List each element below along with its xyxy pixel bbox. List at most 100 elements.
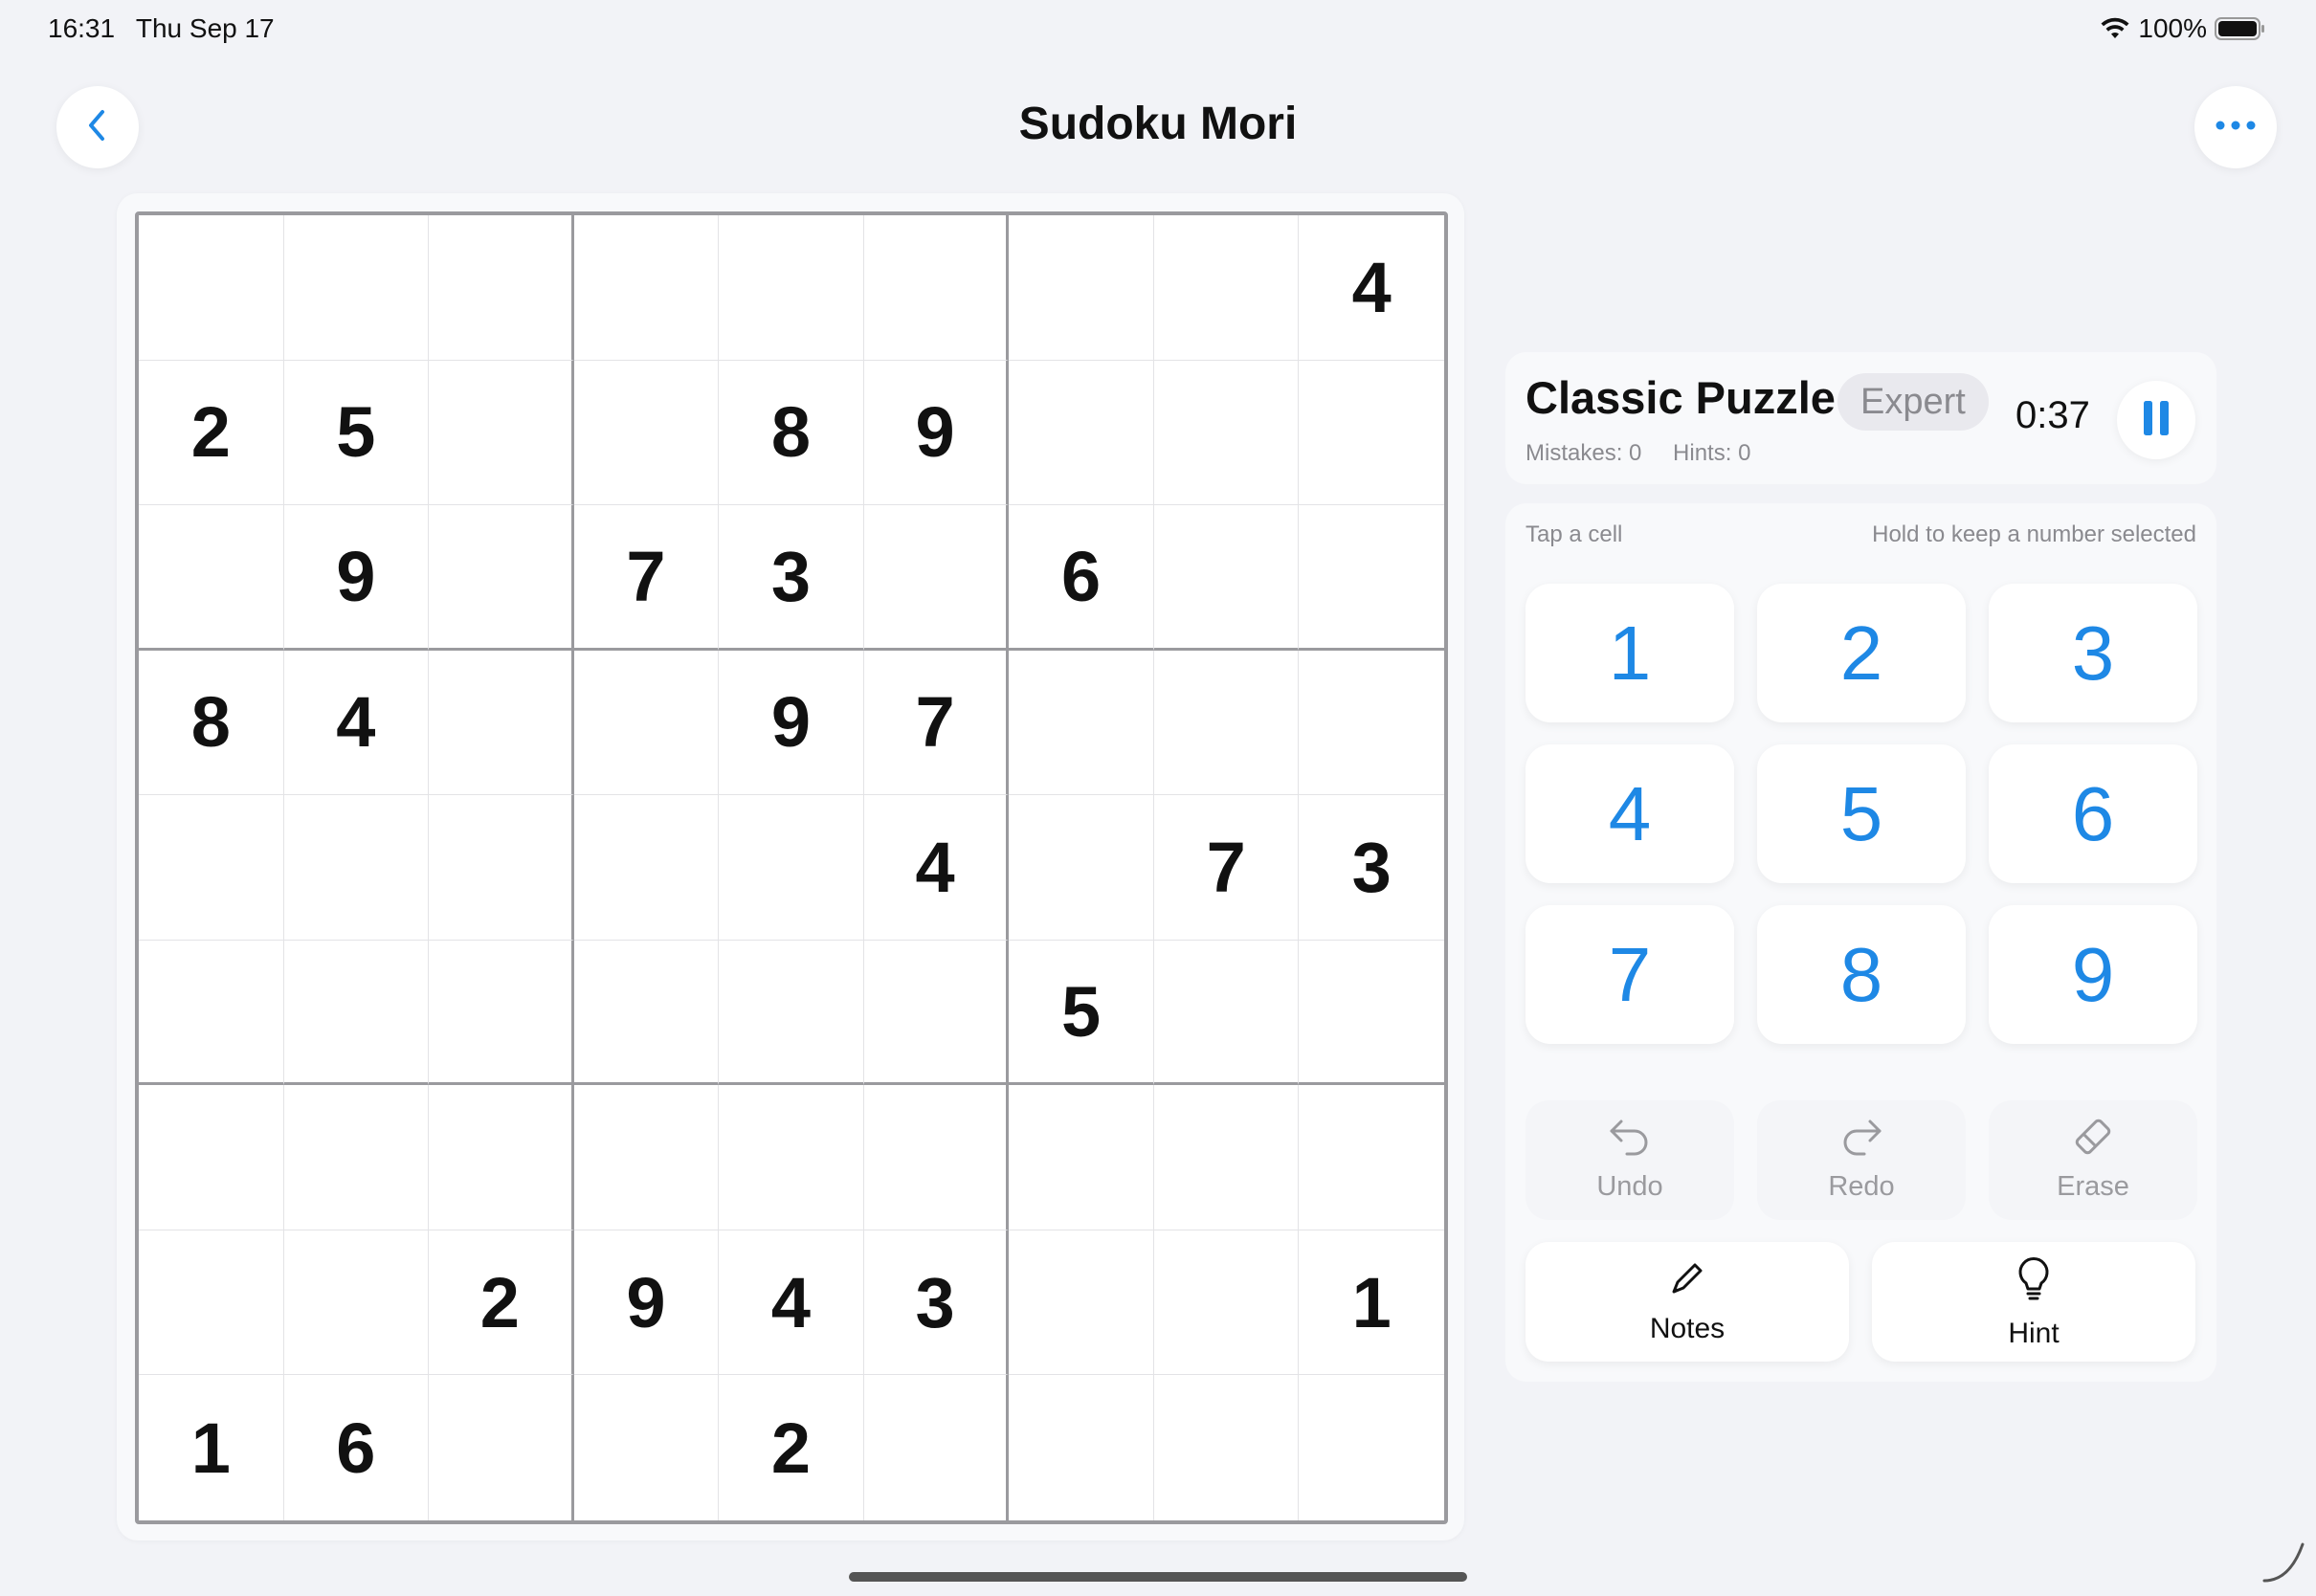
sudoku-cell-r1-c6[interactable] (863, 215, 1010, 361)
sudoku-cell-r7-c8[interactable] (1153, 1085, 1300, 1230)
sudoku-cell-r9-c2[interactable]: 6 (283, 1375, 430, 1520)
sudoku-cell-r4-c6[interactable]: 7 (863, 650, 1010, 796)
sudoku-cell-r3-c5[interactable]: 3 (719, 505, 864, 651)
erase-button[interactable]: Erase (1989, 1100, 2197, 1220)
sudoku-cell-r5-c8[interactable]: 7 (1153, 795, 1300, 941)
sudoku-cell-r9-c1[interactable]: 1 (139, 1375, 284, 1520)
sudoku-cell-r4-c9[interactable] (1299, 650, 1444, 796)
sudoku-cell-r2-c7[interactable] (1009, 360, 1154, 506)
pause-icon (2141, 399, 2171, 442)
sudoku-cell-r6-c7[interactable]: 5 (1009, 940, 1154, 1086)
sudoku-cell-r4-c4[interactable] (573, 650, 720, 796)
sudoku-cell-r2-c8[interactable] (1153, 360, 1300, 506)
home-indicator[interactable] (849, 1572, 1467, 1582)
sudoku-cell-r2-c1[interactable]: 2 (139, 360, 284, 506)
sudoku-cell-r5-c5[interactable] (719, 795, 864, 941)
sudoku-cell-r6-c8[interactable] (1153, 940, 1300, 1086)
number-button-4[interactable]: 4 (1525, 744, 1734, 883)
sudoku-cell-r1-c5[interactable] (719, 215, 864, 361)
sudoku-cell-r5-c6[interactable]: 4 (863, 795, 1010, 941)
sudoku-cell-r7-c6[interactable] (863, 1085, 1010, 1230)
sudoku-cell-r2-c5[interactable]: 8 (719, 360, 864, 506)
sudoku-cell-r8-c8[interactable] (1153, 1230, 1300, 1376)
sudoku-cell-r7-c9[interactable] (1299, 1085, 1444, 1230)
sudoku-cell-r5-c2[interactable] (283, 795, 430, 941)
sudoku-cell-r7-c5[interactable] (719, 1085, 864, 1230)
notes-button[interactable]: Notes (1525, 1242, 1849, 1362)
sudoku-cell-r7-c3[interactable] (429, 1085, 574, 1230)
number-button-7[interactable]: 7 (1525, 905, 1734, 1044)
sudoku-cell-r9-c7[interactable] (1009, 1375, 1154, 1520)
sudoku-cell-r9-c6[interactable] (863, 1375, 1010, 1520)
sudoku-cell-r6-c6[interactable] (863, 940, 1010, 1086)
sudoku-cell-r5-c1[interactable] (139, 795, 284, 941)
sudoku-cell-r8-c6[interactable]: 3 (863, 1230, 1010, 1376)
sudoku-cell-r1-c3[interactable] (429, 215, 574, 361)
redo-button[interactable]: Redo (1757, 1100, 1966, 1220)
sudoku-cell-r3-c6[interactable] (863, 505, 1010, 651)
sudoku-cell-r6-c1[interactable] (139, 940, 284, 1086)
sudoku-grid: 4258997368497473529431162 (135, 211, 1448, 1524)
number-button-5[interactable]: 5 (1757, 744, 1966, 883)
number-button-3[interactable]: 3 (1989, 584, 2197, 722)
sudoku-cell-r4-c1[interactable]: 8 (139, 650, 284, 796)
sudoku-cell-r4-c7[interactable] (1009, 650, 1154, 796)
undo-button[interactable]: Undo (1525, 1100, 1734, 1220)
sudoku-cell-r6-c2[interactable] (283, 940, 430, 1086)
sudoku-cell-r5-c4[interactable] (573, 795, 720, 941)
sudoku-cell-r5-c9[interactable]: 3 (1299, 795, 1444, 941)
hint-button[interactable]: Hint (1872, 1242, 2195, 1362)
sudoku-cell-r3-c4[interactable]: 7 (573, 505, 720, 651)
sudoku-cell-r1-c4[interactable] (573, 215, 720, 361)
sudoku-cell-r8-c3[interactable]: 2 (429, 1230, 574, 1376)
sudoku-cell-r7-c7[interactable] (1009, 1085, 1154, 1230)
sudoku-cell-r3-c8[interactable] (1153, 505, 1300, 651)
more-options-button[interactable] (2194, 86, 2277, 168)
sudoku-cell-r6-c9[interactable] (1299, 940, 1444, 1086)
sudoku-cell-r6-c3[interactable] (429, 940, 574, 1086)
sudoku-cell-r4-c5[interactable]: 9 (719, 650, 864, 796)
sudoku-cell-r8-c2[interactable] (283, 1230, 430, 1376)
sudoku-cell-r4-c8[interactable] (1153, 650, 1300, 796)
number-button-8[interactable]: 8 (1757, 905, 1966, 1044)
sudoku-cell-r8-c9[interactable]: 1 (1299, 1230, 1444, 1376)
sudoku-cell-r9-c4[interactable] (573, 1375, 720, 1520)
sudoku-cell-r1-c1[interactable] (139, 215, 284, 361)
number-button-1[interactable]: 1 (1525, 584, 1734, 722)
sudoku-cell-r2-c6[interactable]: 9 (863, 360, 1010, 506)
sudoku-cell-r2-c9[interactable] (1299, 360, 1444, 506)
sudoku-cell-r2-c4[interactable] (573, 360, 720, 506)
sudoku-cell-r7-c4[interactable] (573, 1085, 720, 1230)
sudoku-cell-r9-c5[interactable]: 2 (719, 1375, 864, 1520)
sudoku-cell-r3-c2[interactable]: 9 (283, 505, 430, 651)
sudoku-cell-r8-c5[interactable]: 4 (719, 1230, 864, 1376)
sudoku-cell-r8-c4[interactable]: 9 (573, 1230, 720, 1376)
sudoku-cell-r5-c3[interactable] (429, 795, 574, 941)
sudoku-cell-r3-c7[interactable]: 6 (1009, 505, 1154, 651)
sudoku-cell-r3-c9[interactable] (1299, 505, 1444, 651)
pause-button[interactable] (2117, 381, 2195, 459)
sudoku-cell-r6-c4[interactable] (573, 940, 720, 1086)
sudoku-cell-r1-c2[interactable] (283, 215, 430, 361)
sudoku-cell-r2-c3[interactable] (429, 360, 574, 506)
sudoku-cell-r1-c9[interactable]: 4 (1299, 215, 1444, 361)
sudoku-cell-r6-c5[interactable] (719, 940, 864, 1086)
number-button-9[interactable]: 9 (1989, 905, 2197, 1044)
sudoku-cell-r9-c3[interactable] (429, 1375, 574, 1520)
sudoku-cell-r4-c3[interactable] (429, 650, 574, 796)
sudoku-cell-r1-c8[interactable] (1153, 215, 1300, 361)
sudoku-cell-r3-c3[interactable] (429, 505, 574, 651)
sudoku-cell-r8-c7[interactable] (1009, 1230, 1154, 1376)
sudoku-cell-r8-c1[interactable] (139, 1230, 284, 1376)
sudoku-cell-r3-c1[interactable] (139, 505, 284, 651)
sudoku-cell-r9-c8[interactable] (1153, 1375, 1300, 1520)
sudoku-cell-r7-c2[interactable] (283, 1085, 430, 1230)
sudoku-cell-r7-c1[interactable] (139, 1085, 284, 1230)
sudoku-cell-r1-c7[interactable] (1009, 215, 1154, 361)
sudoku-cell-r2-c2[interactable]: 5 (283, 360, 430, 506)
number-button-2[interactable]: 2 (1757, 584, 1966, 722)
sudoku-cell-r9-c9[interactable] (1299, 1375, 1444, 1520)
number-button-6[interactable]: 6 (1989, 744, 2197, 883)
sudoku-cell-r5-c7[interactable] (1009, 795, 1154, 941)
sudoku-cell-r4-c2[interactable]: 4 (283, 650, 430, 796)
